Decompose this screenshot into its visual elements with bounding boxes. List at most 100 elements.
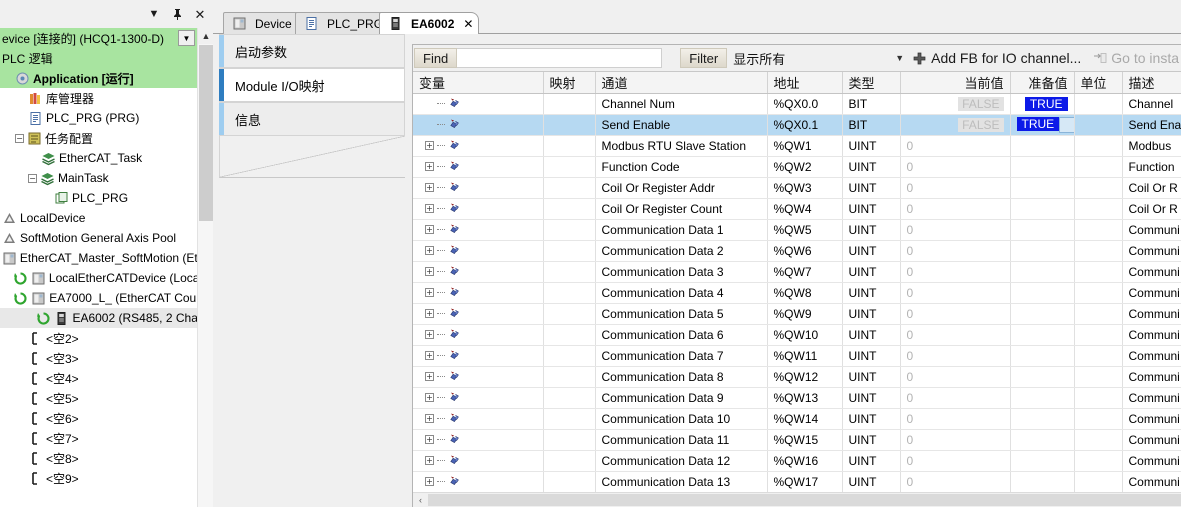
editor-sub-tab[interactable]: 信息 bbox=[219, 102, 405, 136]
cell-mapping[interactable] bbox=[543, 324, 596, 346]
cell-channel[interactable]: Communication Data 2 bbox=[595, 240, 768, 262]
row-expander-icon[interactable]: + bbox=[425, 435, 434, 444]
chevron-down-icon[interactable]: ▼ bbox=[888, 53, 911, 63]
cell-current[interactable]: 0 bbox=[900, 240, 1011, 262]
cell-unit[interactable] bbox=[1074, 303, 1123, 325]
cell-channel[interactable]: Function Code bbox=[595, 156, 768, 178]
device-tree-item[interactable]: <空9> bbox=[0, 468, 213, 488]
cell-description[interactable]: Communi bbox=[1122, 303, 1181, 325]
cell-channel[interactable]: Communication Data 6 bbox=[595, 324, 768, 346]
device-tree-item[interactable]: PLC 逻辑 bbox=[0, 48, 213, 68]
table-row[interactable]: + Communication Data 9 %QW13 UINT 0 Communi bbox=[413, 387, 1181, 409]
cell-unit[interactable] bbox=[1074, 282, 1123, 304]
cell-variable[interactable]: + bbox=[413, 198, 544, 220]
cell-unit[interactable] bbox=[1074, 345, 1123, 367]
cell-channel[interactable]: Communication Data 5 bbox=[595, 303, 768, 325]
cell-address[interactable]: %QW13 bbox=[767, 387, 843, 409]
table-row[interactable]: + Communication Data 3 %QW7 UINT 0 Communi bbox=[413, 261, 1181, 283]
cell-variable[interactable]: + bbox=[413, 177, 544, 199]
row-expander-icon[interactable]: + bbox=[425, 372, 434, 381]
cell-description[interactable]: Communi bbox=[1122, 387, 1181, 409]
cell-description[interactable]: Communi bbox=[1122, 261, 1181, 283]
cell-variable[interactable]: + bbox=[413, 450, 544, 472]
cell-variable[interactable]: + bbox=[413, 324, 544, 346]
cell-channel[interactable]: Communication Data 4 bbox=[595, 282, 768, 304]
cell-unit[interactable] bbox=[1074, 387, 1123, 409]
cell-current[interactable]: FALSE bbox=[900, 114, 1011, 136]
cell-unit[interactable] bbox=[1074, 450, 1123, 472]
cell-mapping[interactable] bbox=[543, 198, 596, 220]
column-header-unit[interactable]: 单位 bbox=[1074, 72, 1123, 94]
table-row[interactable]: + Communication Data 12 %QW16 UINT 0 Communi bbox=[413, 450, 1181, 472]
cell-current[interactable]: 0 bbox=[900, 156, 1011, 178]
editor-tab[interactable]: PLC_PRG bbox=[295, 12, 391, 34]
cell-prepared[interactable] bbox=[1010, 135, 1075, 157]
cell-mapping[interactable] bbox=[543, 366, 596, 388]
row-expander-icon[interactable]: + bbox=[425, 456, 434, 465]
cell-mapping[interactable] bbox=[543, 429, 596, 451]
row-expander-icon[interactable]: + bbox=[425, 246, 434, 255]
cell-mapping[interactable] bbox=[543, 156, 596, 178]
device-tree-item[interactable]: evice [连接的] (HCQ1-1300-D) ▼ bbox=[0, 28, 213, 48]
pin-icon[interactable] bbox=[170, 7, 184, 21]
cell-type[interactable]: UINT bbox=[842, 471, 901, 493]
find-button[interactable]: Find bbox=[414, 48, 458, 68]
cell-mapping[interactable] bbox=[543, 240, 596, 262]
cell-variable[interactable]: + bbox=[413, 366, 544, 388]
cell-unit[interactable] bbox=[1074, 240, 1123, 262]
device-tree-item[interactable]: EA7000_L_ (EtherCAT Coupler(L)) bbox=[0, 288, 213, 308]
cell-type[interactable]: UINT bbox=[842, 282, 901, 304]
close-icon[interactable]: ✕ bbox=[193, 7, 207, 21]
device-tree-item[interactable]: <空3> bbox=[0, 348, 213, 368]
cell-prepared[interactable] bbox=[1010, 219, 1075, 241]
cell-channel[interactable]: Coil Or Register Addr bbox=[595, 177, 768, 199]
cell-variable[interactable]: + bbox=[413, 219, 544, 241]
cell-address[interactable]: %QX0.1 bbox=[767, 114, 843, 136]
device-combo-dropdown-icon[interactable]: ▼ bbox=[178, 30, 195, 46]
cell-unit[interactable] bbox=[1074, 135, 1123, 157]
table-row[interactable]: + Function Code %QW2 UINT 0 Function bbox=[413, 156, 1181, 178]
cell-address[interactable]: %QW12 bbox=[767, 366, 843, 388]
cell-prepared[interactable]: TRUE bbox=[1010, 93, 1075, 115]
cell-current[interactable]: 0 bbox=[900, 198, 1011, 220]
cell-address[interactable]: %QW11 bbox=[767, 345, 843, 367]
cell-prepared[interactable]: TRUE bbox=[1010, 114, 1075, 136]
row-expander-icon[interactable]: + bbox=[425, 330, 434, 339]
cell-prepared[interactable] bbox=[1010, 156, 1075, 178]
cell-description[interactable]: Communi bbox=[1122, 282, 1181, 304]
row-expander-icon[interactable]: + bbox=[425, 351, 434, 360]
column-header-description[interactable]: 描述 bbox=[1122, 72, 1181, 94]
cell-current[interactable]: 0 bbox=[900, 429, 1011, 451]
cell-channel[interactable]: Communication Data 3 bbox=[595, 261, 768, 283]
device-tree-item[interactable]: EtherCAT_Master_SoftMotion (EtherC bbox=[0, 248, 213, 268]
row-expander-icon[interactable]: + bbox=[425, 477, 434, 486]
column-header-mapping[interactable]: 映射 bbox=[543, 72, 596, 94]
cell-prepared[interactable] bbox=[1010, 429, 1075, 451]
find-input[interactable] bbox=[457, 48, 663, 68]
cell-type[interactable]: UINT bbox=[842, 324, 901, 346]
cell-prepared[interactable] bbox=[1010, 261, 1075, 283]
add-fb-for-io-channel-button[interactable]: Add FB for IO channel... bbox=[913, 50, 1081, 66]
cell-type[interactable]: UINT bbox=[842, 366, 901, 388]
cell-address[interactable]: %QW6 bbox=[767, 240, 843, 262]
cell-mapping[interactable] bbox=[543, 450, 596, 472]
table-row[interactable]: + Communication Data 2 %QW6 UINT 0 Communi bbox=[413, 240, 1181, 262]
cell-current[interactable]: 0 bbox=[900, 345, 1011, 367]
cell-type[interactable]: UINT bbox=[842, 198, 901, 220]
cell-address[interactable]: %QW2 bbox=[767, 156, 843, 178]
cell-type[interactable]: UINT bbox=[842, 429, 901, 451]
cell-mapping[interactable] bbox=[543, 345, 596, 367]
device-tree-body[interactable]: evice [连接的] (HCQ1-1300-D) ▼ PLC 逻辑 Applicat… bbox=[0, 28, 213, 507]
device-tree-item[interactable]: − MainTask bbox=[0, 168, 213, 188]
cell-current[interactable]: 0 bbox=[900, 366, 1011, 388]
cell-variable[interactable]: + bbox=[413, 240, 544, 262]
cell-current[interactable]: 0 bbox=[900, 450, 1011, 472]
cell-current[interactable]: 0 bbox=[900, 324, 1011, 346]
cell-unit[interactable] bbox=[1074, 198, 1123, 220]
prepared-value-badge[interactable]: TRUE bbox=[1016, 116, 1060, 131]
device-tree-item[interactable]: LocalDevice bbox=[0, 208, 213, 228]
cell-address[interactable]: %QW14 bbox=[767, 408, 843, 430]
cell-current[interactable]: 0 bbox=[900, 303, 1011, 325]
cell-address[interactable]: %QW10 bbox=[767, 324, 843, 346]
cell-description[interactable]: Channel bbox=[1122, 93, 1181, 115]
